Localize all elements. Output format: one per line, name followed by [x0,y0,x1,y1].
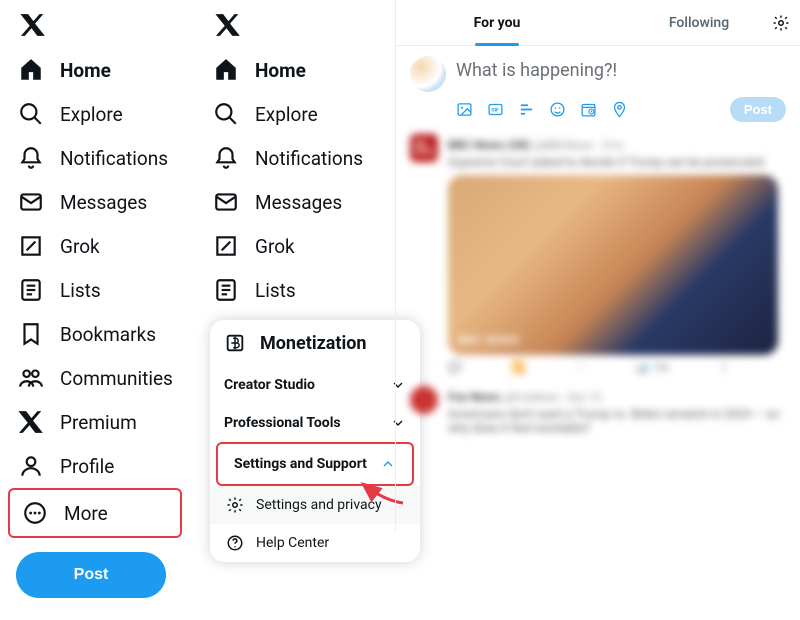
feed-author: BBC News (UK) [448,138,531,152]
sidebar-item-label: Premium [60,411,137,434]
composer: What is happening?! Post [396,46,800,128]
feed-text: Supreme Court asked to decide if Trump c… [448,155,786,169]
popup-row-label: Professional Tools [224,415,341,431]
help-icon [226,534,244,552]
sidebar-item-label: Lists [255,279,296,302]
more-icon [22,500,48,526]
composer-input[interactable]: What is happening?! [456,56,786,97]
sidebar-item-label: Home [60,59,111,82]
sidebar-item-messages[interactable]: Messages [203,180,407,224]
feed-avatar: BBCNEWS [410,134,438,162]
sidebar-item-label: Profile [60,455,114,478]
sidebar-item-label: Grok [60,235,100,258]
mail-icon [213,189,239,215]
popup-head-label: Monetization [260,333,366,354]
sidebar-item-label: Communities [60,367,173,390]
feed-actions: 💬🔁♡📊 10k⇪ [448,361,786,374]
home-icon [18,57,44,83]
poll-icon[interactable] [518,101,535,118]
sidebar-item-explore[interactable]: Explore [203,92,407,136]
sidebar-item-home[interactable]: Home [203,48,407,92]
more-menu-popup: Monetization Creator Studio Professional… [210,320,420,562]
sidebar-item-explore[interactable]: Explore [8,92,182,136]
bell-icon [213,145,239,171]
sidebar-left-expanded: Home Explore Notifications Messages Grok List… [195,0,415,364]
sidebar-item-messages[interactable]: Messages [8,180,182,224]
composer-post-button[interactable]: Post [730,97,786,122]
sidebar-item-profile[interactable]: Profile [8,444,182,488]
popup-row-label: Creator Studio [224,377,315,393]
sidebar-item-label: More [64,502,108,525]
mail-icon [18,189,44,215]
popup-sub-label: Settings and privacy [256,497,382,513]
sidebar-item-home[interactable]: Home [8,48,182,92]
feed-author: Fox News [448,390,500,404]
sidebar-item-more[interactable]: More [12,491,178,535]
sidebar-item-label: Messages [60,191,147,214]
x-logo-icon[interactable] [215,12,241,38]
tab-following[interactable]: Following [598,0,800,45]
sidebar-item-label: Grok [255,235,295,258]
popup-professional-tools[interactable]: Professional Tools [210,404,420,442]
sidebar-item-lists[interactable]: Lists [203,268,407,312]
list-icon [213,277,239,303]
sidebar-item-notifications[interactable]: Notifications [8,136,182,180]
chevron-up-icon [380,456,396,472]
x-logo-icon[interactable] [20,12,46,38]
emoji-icon[interactable] [549,101,566,118]
list-icon [18,277,44,303]
sidebar-item-lists[interactable]: Lists [8,268,182,312]
post-button[interactable]: Post [16,552,166,598]
sidebar-item-bookmarks[interactable]: Bookmarks [8,312,182,356]
communities-icon [18,365,44,391]
sidebar-item-grok[interactable]: Grok [8,224,182,268]
sidebar-item-communities[interactable]: Communities [8,356,182,400]
profile-icon [18,453,44,479]
sidebar-item-label: Lists [60,279,101,302]
sidebar-item-grok[interactable]: Grok [203,224,407,268]
sidebar-item-label: Bookmarks [60,323,156,346]
search-icon [18,101,44,127]
sidebar-item-label: Notifications [255,147,363,170]
feed-text: Americans don't want a Trump vs. Biden r… [448,407,786,435]
main-timeline: For you Following What is happening?! Po… [395,0,800,532]
grok-icon [18,233,44,259]
sidebar-item-label: Explore [255,103,318,126]
location-icon[interactable] [611,101,628,118]
home-icon [213,57,239,83]
popup-monetization[interactable]: Monetization [210,320,420,366]
search-icon [213,101,239,127]
x-icon [18,409,44,435]
bell-icon [18,145,44,171]
monetization-icon [224,332,246,354]
media-icon[interactable] [456,101,473,118]
schedule-icon[interactable] [580,101,597,118]
sidebar-left: Home Explore Notifications Messages Grok List… [0,0,190,620]
grok-icon [213,233,239,259]
feed-blurred: BBCNEWS BBC News (UK) @BBCNews · 21m Sup… [396,128,800,447]
sidebar-item-notifications[interactable]: Notifications [203,136,407,180]
popup-creator-studio[interactable]: Creator Studio [210,366,420,404]
popup-settings-support[interactable]: Settings and Support [220,445,410,483]
sidebar-item-label: Home [255,59,306,82]
timeline-tabs: For you Following [396,0,800,46]
feed-image [448,175,778,355]
popup-sub-label: Help Center [256,535,329,551]
feed-avatar [410,386,438,414]
gif-icon[interactable] [487,101,504,118]
popup-settings-privacy[interactable]: Settings and privacy [210,486,420,524]
bookmark-icon [18,321,44,347]
popup-help-center[interactable]: Help Center [210,524,420,562]
tab-for-you[interactable]: For you [396,0,598,45]
sidebar-item-label: Messages [255,191,342,214]
sidebar-item-label: Explore [60,103,123,126]
feed-meta: @FoxNews · Dec 10 [504,391,601,404]
timeline-settings-icon[interactable] [772,14,790,32]
popup-row-label: Settings and Support [234,456,367,472]
feed-meta: @BBCNews · 21m [535,139,624,152]
sidebar-item-label: Notifications [60,147,168,170]
sidebar-item-premium[interactable]: Premium [8,400,182,444]
gear-icon [226,496,244,514]
avatar[interactable] [410,56,446,92]
